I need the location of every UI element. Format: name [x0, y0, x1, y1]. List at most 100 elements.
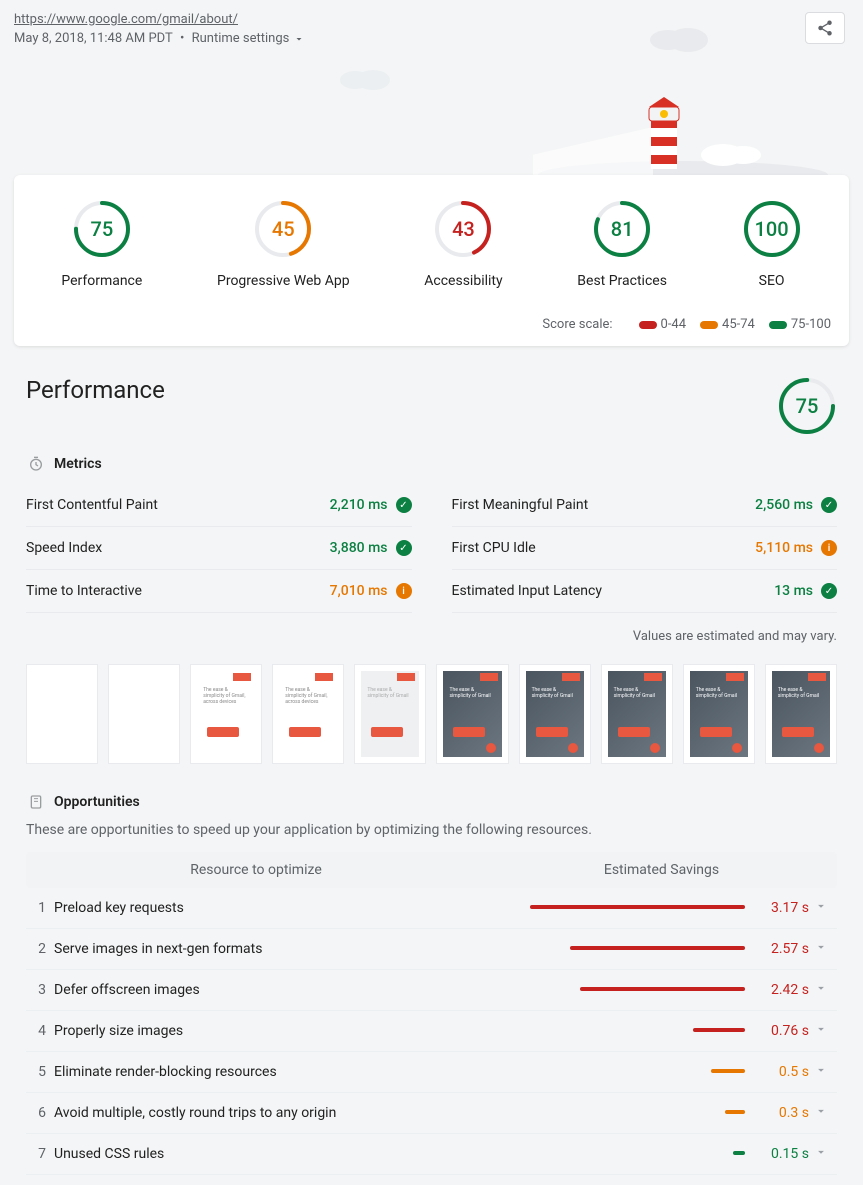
- chevron-down-icon[interactable]: [809, 899, 833, 917]
- col-header-resource: Resource to optimize: [26, 852, 486, 888]
- gauge: 45: [253, 199, 313, 259]
- score-name: Accessibility: [424, 273, 502, 289]
- gauge: 75: [72, 199, 132, 259]
- opportunity-bar: [486, 946, 753, 952]
- performance-score-gauge: 75: [777, 376, 837, 436]
- opportunity-value: 3.17 s: [753, 900, 809, 916]
- scale-item: 75-100: [769, 317, 831, 332]
- gauge: 100: [742, 199, 802, 259]
- share-icon: [816, 19, 834, 37]
- score-scale: Score scale: 0-4445-7475-100: [24, 317, 839, 332]
- opportunity-index: 4: [30, 1023, 54, 1039]
- status-icon: ✓: [396, 497, 412, 513]
- opportunity-name: Properly size images: [54, 1023, 486, 1039]
- timer-icon: [26, 454, 46, 474]
- report-timestamp: May 8, 2018, 11:48 AM PDT: [14, 31, 173, 46]
- metric-name: First Contentful Paint: [26, 497, 158, 513]
- chevron-down-icon[interactable]: [809, 981, 833, 999]
- filmstrip-frame: The ease & simplicity of Gmail: [601, 664, 673, 764]
- score-accessibility[interactable]: 43 Accessibility: [424, 199, 502, 289]
- metric-row: Estimated Input Latency 13 ms ✓: [452, 570, 838, 613]
- opportunity-row[interactable]: 1 Preload key requests 3.17 s: [26, 888, 837, 929]
- scale-item: 45-74: [700, 317, 755, 332]
- metric-row: First Meaningful Paint 2,560 ms ✓: [452, 484, 838, 527]
- chevron-down-icon[interactable]: [809, 1145, 833, 1163]
- performance-section: Performance 75 Metrics First Contentful …: [0, 346, 863, 1185]
- status-icon: i: [396, 583, 412, 599]
- report-meta: May 8, 2018, 11:48 AM PDT • Runtime sett…: [14, 31, 849, 46]
- opportunity-name: Defer offscreen images: [54, 982, 486, 998]
- opportunity-index: 5: [30, 1064, 54, 1080]
- opportunity-name: Preload key requests: [54, 900, 486, 916]
- scores-card: 75 Performance 45 Progressive Web App 43…: [14, 175, 849, 346]
- opportunity-name: Eliminate render-blocking resources: [54, 1064, 486, 1080]
- metric-name: Speed Index: [26, 540, 102, 556]
- opportunity-row[interactable]: 7 Unused CSS rules 0.15 s: [26, 1134, 837, 1175]
- chevron-down-icon[interactable]: [809, 940, 833, 958]
- opportunity-value: 2.57 s: [753, 941, 809, 957]
- score-best-practices[interactable]: 81 Best Practices: [577, 199, 667, 289]
- gauge: 81: [592, 199, 652, 259]
- score-seo[interactable]: 100 SEO: [742, 199, 802, 289]
- metric-value: 7,010 ms i: [330, 583, 412, 599]
- score-progressive-web-app[interactable]: 45 Progressive Web App: [217, 199, 350, 289]
- chevron-down-icon[interactable]: [809, 1104, 833, 1122]
- opportunity-name: Unused CSS rules: [54, 1146, 486, 1162]
- opportunity-value: 2.42 s: [753, 982, 809, 998]
- estimate-note: Values are estimated and may vary.: [26, 629, 837, 644]
- status-icon: ✓: [396, 540, 412, 556]
- opportunity-value: 0.5 s: [753, 1064, 809, 1080]
- opportunities-label: Opportunities: [54, 794, 140, 810]
- opportunity-index: 6: [30, 1105, 54, 1121]
- opportunity-row[interactable]: 4 Properly size images 0.76 s: [26, 1011, 837, 1052]
- opportunity-row[interactable]: 3 Defer offscreen images 2.42 s: [26, 970, 837, 1011]
- score-name: SEO: [759, 273, 785, 289]
- filmstrip-frame: The ease & simplicity of Gmail: [354, 664, 426, 764]
- metric-value: 2,210 ms ✓: [330, 497, 412, 513]
- cloud-icon: [333, 65, 393, 91]
- lighthouse-illustration: [533, 47, 833, 175]
- opportunity-row[interactable]: 5 Eliminate render-blocking resources 0.…: [26, 1052, 837, 1093]
- opportunity-value: 0.15 s: [753, 1146, 809, 1162]
- opportunity-bar: [486, 1028, 753, 1034]
- opportunity-row[interactable]: 2 Serve images in next-gen formats 2.57 …: [26, 929, 837, 970]
- col-header-savings: Estimated Savings: [486, 852, 837, 888]
- filmstrip-frame: The ease & simplicity of Gmail: [519, 664, 591, 764]
- score-name: Best Practices: [577, 273, 667, 289]
- opportunities-table: Resource to optimize Estimated Savings 1…: [26, 852, 837, 1175]
- metric-row: First Contentful Paint 2,210 ms ✓: [26, 484, 412, 527]
- chevron-down-icon[interactable]: [809, 1022, 833, 1040]
- score-scale-label: Score scale:: [542, 317, 612, 332]
- score-performance[interactable]: 75 Performance: [61, 199, 142, 289]
- opportunity-name: Serve images in next-gen formats: [54, 941, 486, 957]
- opportunity-value: 0.3 s: [753, 1105, 809, 1121]
- opportunity-bar: [486, 905, 753, 911]
- metric-value: 2,560 ms ✓: [755, 497, 837, 513]
- share-button[interactable]: [805, 12, 845, 44]
- metrics-label: Metrics: [54, 456, 102, 472]
- metric-value: 3,880 ms ✓: [330, 540, 412, 556]
- score-name: Progressive Web App: [217, 273, 350, 289]
- metric-row: Time to Interactive 7,010 ms i: [26, 570, 412, 613]
- opportunities-description: These are opportunities to speed up your…: [26, 822, 837, 838]
- chevron-down-icon[interactable]: [809, 1063, 833, 1081]
- metric-row: Speed Index 3,880 ms ✓: [26, 527, 412, 570]
- metric-name: First Meaningful Paint: [452, 497, 589, 513]
- metrics-header: Metrics: [26, 454, 837, 474]
- lab-icon: [26, 792, 46, 812]
- chevron-down-icon[interactable]: [293, 33, 305, 45]
- status-icon: i: [821, 540, 837, 556]
- runtime-settings-toggle[interactable]: Runtime settings: [192, 31, 290, 46]
- status-icon: ✓: [821, 583, 837, 599]
- opportunity-row[interactable]: 6 Avoid multiple, costly round trips to …: [26, 1093, 837, 1134]
- opportunity-bar: [486, 1069, 753, 1075]
- filmstrip-frame: The ease & simplicity of Gmail, across d…: [190, 664, 262, 764]
- tested-url[interactable]: https://www.google.com/gmail/about/: [14, 12, 849, 27]
- opportunity-value: 0.76 s: [753, 1023, 809, 1039]
- opportunity-index: 3: [30, 982, 54, 998]
- opportunities-table-head: Resource to optimize Estimated Savings: [26, 852, 837, 888]
- filmstrip-frame: The ease & simplicity of Gmail, across d…: [272, 664, 344, 764]
- opportunity-name: Avoid multiple, costly round trips to an…: [54, 1105, 486, 1121]
- report-header: https://www.google.com/gmail/about/ May …: [0, 0, 863, 175]
- filmstrip-frame: The ease & simplicity of Gmail: [683, 664, 755, 764]
